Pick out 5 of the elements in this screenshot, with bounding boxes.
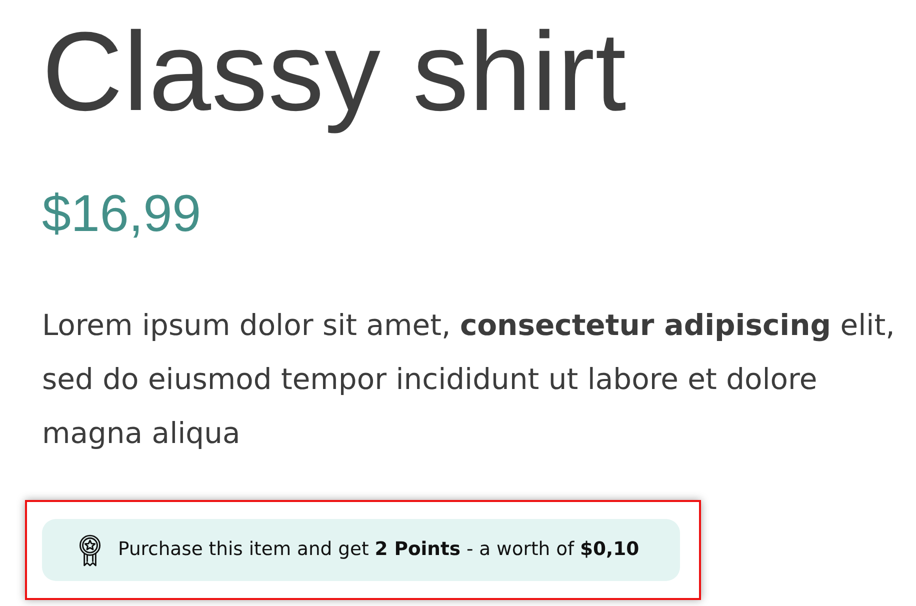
points-notice-text: Purchase this item and get 2 Points - a worth of $0,10 bbox=[118, 538, 640, 562]
medal-star-icon bbox=[78, 534, 102, 566]
product-description: Lorem ipsum dolor sit amet, consectetur adipiscing elit, sed do eiusmod tempor incididunt ut labore et dolore magna aliqua bbox=[42, 307, 896, 452]
product-title: Classy shirt bbox=[42, 8, 628, 136]
product-price: $16,99 bbox=[42, 184, 202, 244]
